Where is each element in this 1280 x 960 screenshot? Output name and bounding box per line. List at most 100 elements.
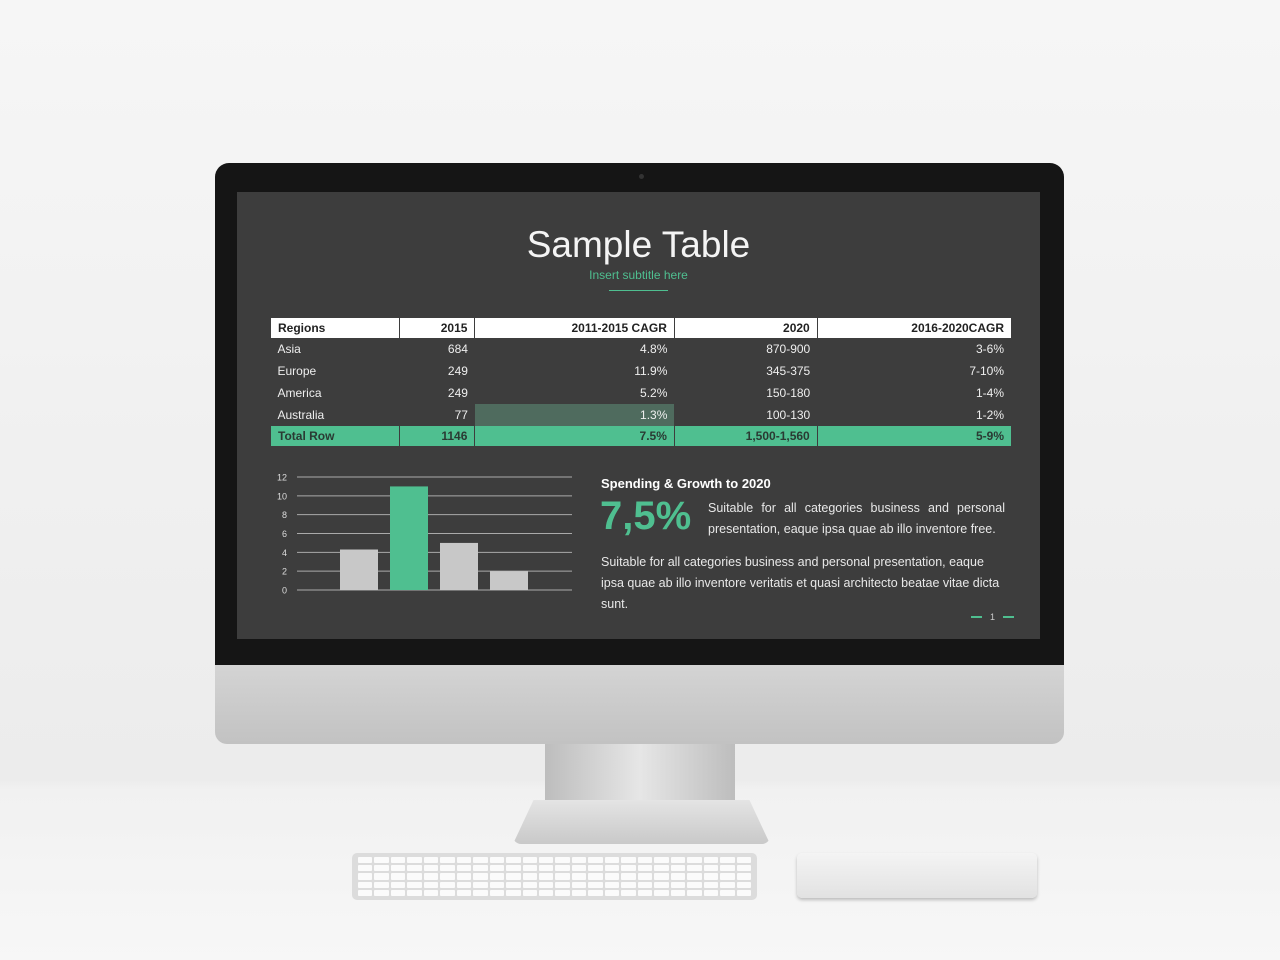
key: [390, 857, 406, 864]
key: [621, 881, 636, 888]
table-cell: 1.3%: [474, 404, 675, 426]
page-number-text: 1: [990, 612, 996, 622]
key: [621, 865, 636, 872]
key: [374, 881, 389, 888]
slide: Sample Table Insert subtitle here Region…: [237, 192, 1040, 639]
key: [407, 873, 422, 880]
key: [358, 865, 373, 872]
key: [407, 889, 422, 896]
key: [423, 889, 439, 896]
header-cell: 2011-2015 CAGR: [474, 318, 675, 338]
key: [604, 857, 620, 864]
key: [358, 873, 373, 880]
key: [358, 881, 373, 888]
key: [374, 873, 389, 880]
section-heading: Spending & Growth to 2020: [601, 476, 771, 491]
key: [489, 865, 505, 872]
key: [522, 873, 538, 880]
header-cell: 2015: [399, 318, 475, 338]
key: [506, 865, 521, 872]
y-tick-label: 8: [282, 510, 287, 520]
key: [489, 889, 505, 896]
key: [506, 881, 521, 888]
y-tick-label: 4: [282, 548, 287, 558]
table-cell: 249: [447, 386, 468, 400]
key: [407, 881, 422, 888]
keyboard: [352, 853, 757, 900]
webcam: [639, 174, 644, 179]
key: [637, 873, 653, 880]
table-cell: 77: [454, 408, 468, 422]
table-cell: 249: [447, 364, 468, 378]
key: [473, 889, 488, 896]
table-cell: Australia: [277, 408, 325, 422]
key: [703, 857, 719, 864]
key: [473, 865, 488, 872]
table-row: Total Row 1146 7.5% 1,500-1,560 5-9%: [269, 426, 1011, 446]
key: [687, 881, 702, 888]
paragraph-2: Suitable for all categories business and…: [601, 555, 1000, 611]
key: [473, 881, 488, 888]
key: [654, 857, 669, 864]
key: [456, 889, 472, 896]
key: [687, 873, 702, 880]
key: [720, 889, 735, 896]
key: [539, 873, 554, 880]
key: [588, 857, 603, 864]
key: [374, 857, 389, 864]
dash-left: [971, 616, 982, 618]
table-cell: 1,500-1,560: [673, 426, 818, 446]
key: [456, 865, 472, 872]
dash-right: [1003, 616, 1015, 618]
y-tick-label: 12: [277, 473, 287, 483]
key: [670, 857, 686, 864]
key: [539, 881, 554, 888]
table-cell: 1-2%: [975, 408, 1004, 422]
key: [621, 873, 636, 880]
table-cell: 3-6%: [975, 342, 1004, 356]
title-underline: [609, 290, 668, 291]
table-cell: 1-4%: [975, 386, 1004, 400]
key: [604, 881, 620, 888]
key: [522, 889, 538, 896]
header-cell: Regions: [269, 318, 400, 338]
key: [604, 865, 620, 872]
key: [588, 881, 603, 888]
table-cell: 345-375: [766, 364, 811, 378]
key: [555, 889, 570, 896]
key: [440, 889, 455, 896]
key: [539, 865, 554, 872]
key: [703, 881, 719, 888]
key: [571, 857, 587, 864]
key: [539, 889, 554, 896]
key: [358, 889, 373, 896]
key: [571, 873, 587, 880]
key: [456, 881, 472, 888]
key: [637, 889, 653, 896]
table-cell: 7-10%: [969, 364, 1004, 378]
bar: [390, 486, 428, 590]
key: [555, 873, 570, 880]
key: [423, 873, 439, 880]
key: [720, 865, 735, 872]
table-cell: 4.8%: [640, 342, 668, 356]
key: [358, 857, 373, 864]
key: [407, 865, 422, 872]
page-number: 1: [971, 612, 1015, 622]
key: [407, 857, 422, 864]
monitor-chin: [215, 665, 1064, 744]
y-tick-label: 10: [277, 491, 287, 501]
big-number: 7,5%: [600, 494, 692, 538]
key: [506, 873, 521, 880]
monitor-base: [513, 800, 770, 844]
key: [522, 865, 538, 872]
slide-subtitle: Insert subtitle here: [589, 268, 688, 282]
key: [489, 857, 505, 864]
table-cell: 870-900: [766, 342, 811, 356]
key: [670, 873, 686, 880]
key: [473, 857, 488, 864]
key: [539, 857, 554, 864]
key: [489, 881, 505, 888]
table-cell: America: [277, 386, 322, 400]
key: [506, 857, 521, 864]
